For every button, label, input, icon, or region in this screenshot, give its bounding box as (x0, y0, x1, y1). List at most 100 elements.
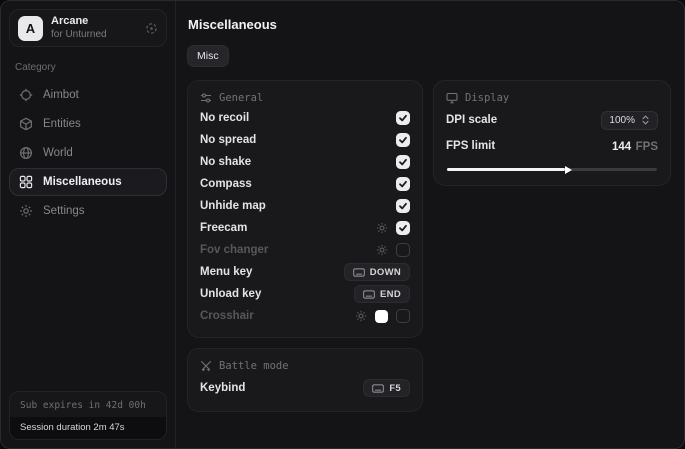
sidebar-nav: Aimbot Entities World (9, 81, 167, 225)
setting-row-crosshair: Crosshair (200, 305, 410, 327)
fov-changer-checkbox[interactable] (396, 243, 410, 257)
brand-avatar: A (18, 16, 43, 41)
dpi-scale-select[interactable]: 100% (601, 111, 658, 130)
setting-row-unload-key: Unload key END (200, 283, 410, 305)
keybind-value: END (380, 289, 401, 300)
grid-icon (19, 175, 33, 189)
sidebar-item-aimbot[interactable]: Aimbot (9, 81, 167, 109)
display-panel-title: Display (465, 92, 509, 104)
setting-label: Menu key (200, 266, 252, 278)
sidebar-item-world[interactable]: World (9, 139, 167, 167)
setting-row-no-shake: No shake (200, 151, 410, 173)
setting-row-freecam: Freecam (200, 217, 410, 239)
category-label: Category (15, 62, 161, 73)
main-content: Miscellaneous Misc General (176, 1, 685, 448)
setting-row-menu-key: Menu key DOWN (200, 261, 410, 283)
sidebar-item-label: Entities (43, 118, 81, 130)
sliders-icon (200, 92, 212, 104)
freecam-checkbox[interactable] (396, 221, 410, 235)
gear-icon (19, 204, 33, 218)
setting-label: DPI scale (446, 114, 497, 126)
no-spread-checkbox[interactable] (396, 133, 410, 147)
keyboard-icon (363, 290, 375, 299)
sidebar-item-settings[interactable]: Settings (9, 197, 167, 225)
fps-limit-value: 144 (612, 141, 631, 153)
battle-mode-panel-header: Battle mode (200, 360, 410, 372)
swords-icon (200, 360, 212, 372)
sidebar-item-label: World (43, 147, 73, 159)
crosshair-color-swatch[interactable] (375, 310, 388, 323)
session-duration-text: Session duration 2m 47s (10, 417, 166, 439)
sub-expires-text: Sub expires in 42d 00h (10, 392, 166, 417)
setting-row-no-recoil: No recoil (200, 107, 410, 129)
display-panel: Display DPI scale 100% (433, 80, 671, 186)
no-shake-checkbox[interactable] (396, 155, 410, 169)
battle-mode-panel-title: Battle mode (219, 360, 289, 372)
setting-label: Freecam (200, 222, 247, 234)
keyboard-icon (353, 268, 365, 277)
fps-limit-slider[interactable] (447, 168, 657, 171)
sync-icon[interactable] (145, 22, 158, 35)
setting-row-dpi-scale: DPI scale 100% (446, 107, 658, 133)
setting-label: Compass (200, 178, 252, 190)
dpi-scale-value: 100% (609, 115, 635, 126)
slider-thumb[interactable] (565, 166, 572, 174)
brand-card: A Arcane for Unturned (9, 9, 167, 47)
battle-keybind-button[interactable]: F5 (363, 379, 410, 397)
sidebar: A Arcane for Unturned Category Aimbot (1, 1, 176, 448)
slider-fill (447, 168, 565, 171)
crosshair-icon (19, 88, 33, 102)
setting-label: FPS limit (446, 140, 495, 152)
app-subtitle: for Unturned (51, 29, 107, 42)
unhide-map-checkbox[interactable] (396, 199, 410, 213)
sidebar-item-miscellaneous[interactable]: Miscellaneous (9, 168, 167, 196)
tab-bar: Misc (187, 45, 671, 67)
setting-row-fps-limit: FPS limit 144 FPS (446, 133, 658, 159)
fov-settings-gear-icon[interactable] (376, 244, 388, 256)
sidebar-item-entities[interactable]: Entities (9, 110, 167, 138)
setting-label: Crosshair (200, 310, 254, 322)
tab-misc[interactable]: Misc (187, 45, 229, 67)
setting-label: Fov changer (200, 244, 268, 256)
setting-row-compass: Compass (200, 173, 410, 195)
crosshair-checkbox[interactable] (396, 309, 410, 323)
sidebar-item-label: Aimbot (43, 89, 79, 101)
subscription-footer: Sub expires in 42d 00h Session duration … (9, 391, 167, 440)
setting-label: No recoil (200, 112, 249, 124)
crosshair-settings-gear-icon[interactable] (355, 310, 367, 322)
cube-icon (19, 117, 33, 131)
monitor-icon (446, 92, 458, 104)
display-panel-header: Display (446, 92, 658, 104)
globe-icon (19, 146, 33, 160)
compass-checkbox[interactable] (396, 177, 410, 191)
sidebar-item-label: Miscellaneous (43, 176, 122, 188)
app-window: A Arcane for Unturned Category Aimbot (0, 0, 685, 449)
slider-track (447, 168, 657, 171)
page-title: Miscellaneous (188, 17, 671, 32)
app-name: Arcane (51, 15, 107, 29)
brand-text: Arcane for Unturned (51, 15, 107, 41)
unload-keybind-button[interactable]: END (354, 285, 410, 303)
general-panel-title: General (219, 92, 263, 104)
setting-row-no-spread: No spread (200, 129, 410, 151)
battle-mode-panel: Battle mode Keybind F5 (187, 348, 423, 412)
general-panel-header: General (200, 92, 410, 104)
keyboard-icon (372, 384, 384, 393)
setting-label: No shake (200, 156, 251, 168)
setting-label: Keybind (200, 382, 245, 394)
keybind-value: F5 (389, 383, 401, 394)
setting-row-fov-changer: Fov changer (200, 239, 410, 261)
setting-label: Unhide map (200, 200, 266, 212)
setting-label: No spread (200, 134, 256, 146)
setting-label: Unload key (200, 288, 261, 300)
menu-keybind-button[interactable]: DOWN (344, 263, 410, 281)
setting-row-battle-keybind: Keybind F5 (200, 375, 410, 401)
freecam-settings-gear-icon[interactable] (376, 222, 388, 234)
keybind-value: DOWN (370, 267, 401, 278)
no-recoil-checkbox[interactable] (396, 111, 410, 125)
setting-row-unhide-map: Unhide map (200, 195, 410, 217)
sidebar-item-label: Settings (43, 205, 85, 217)
general-panel: General No recoil No spread No shake (187, 80, 423, 338)
fps-limit-unit: FPS (636, 141, 658, 153)
select-arrows-icon (641, 115, 650, 125)
